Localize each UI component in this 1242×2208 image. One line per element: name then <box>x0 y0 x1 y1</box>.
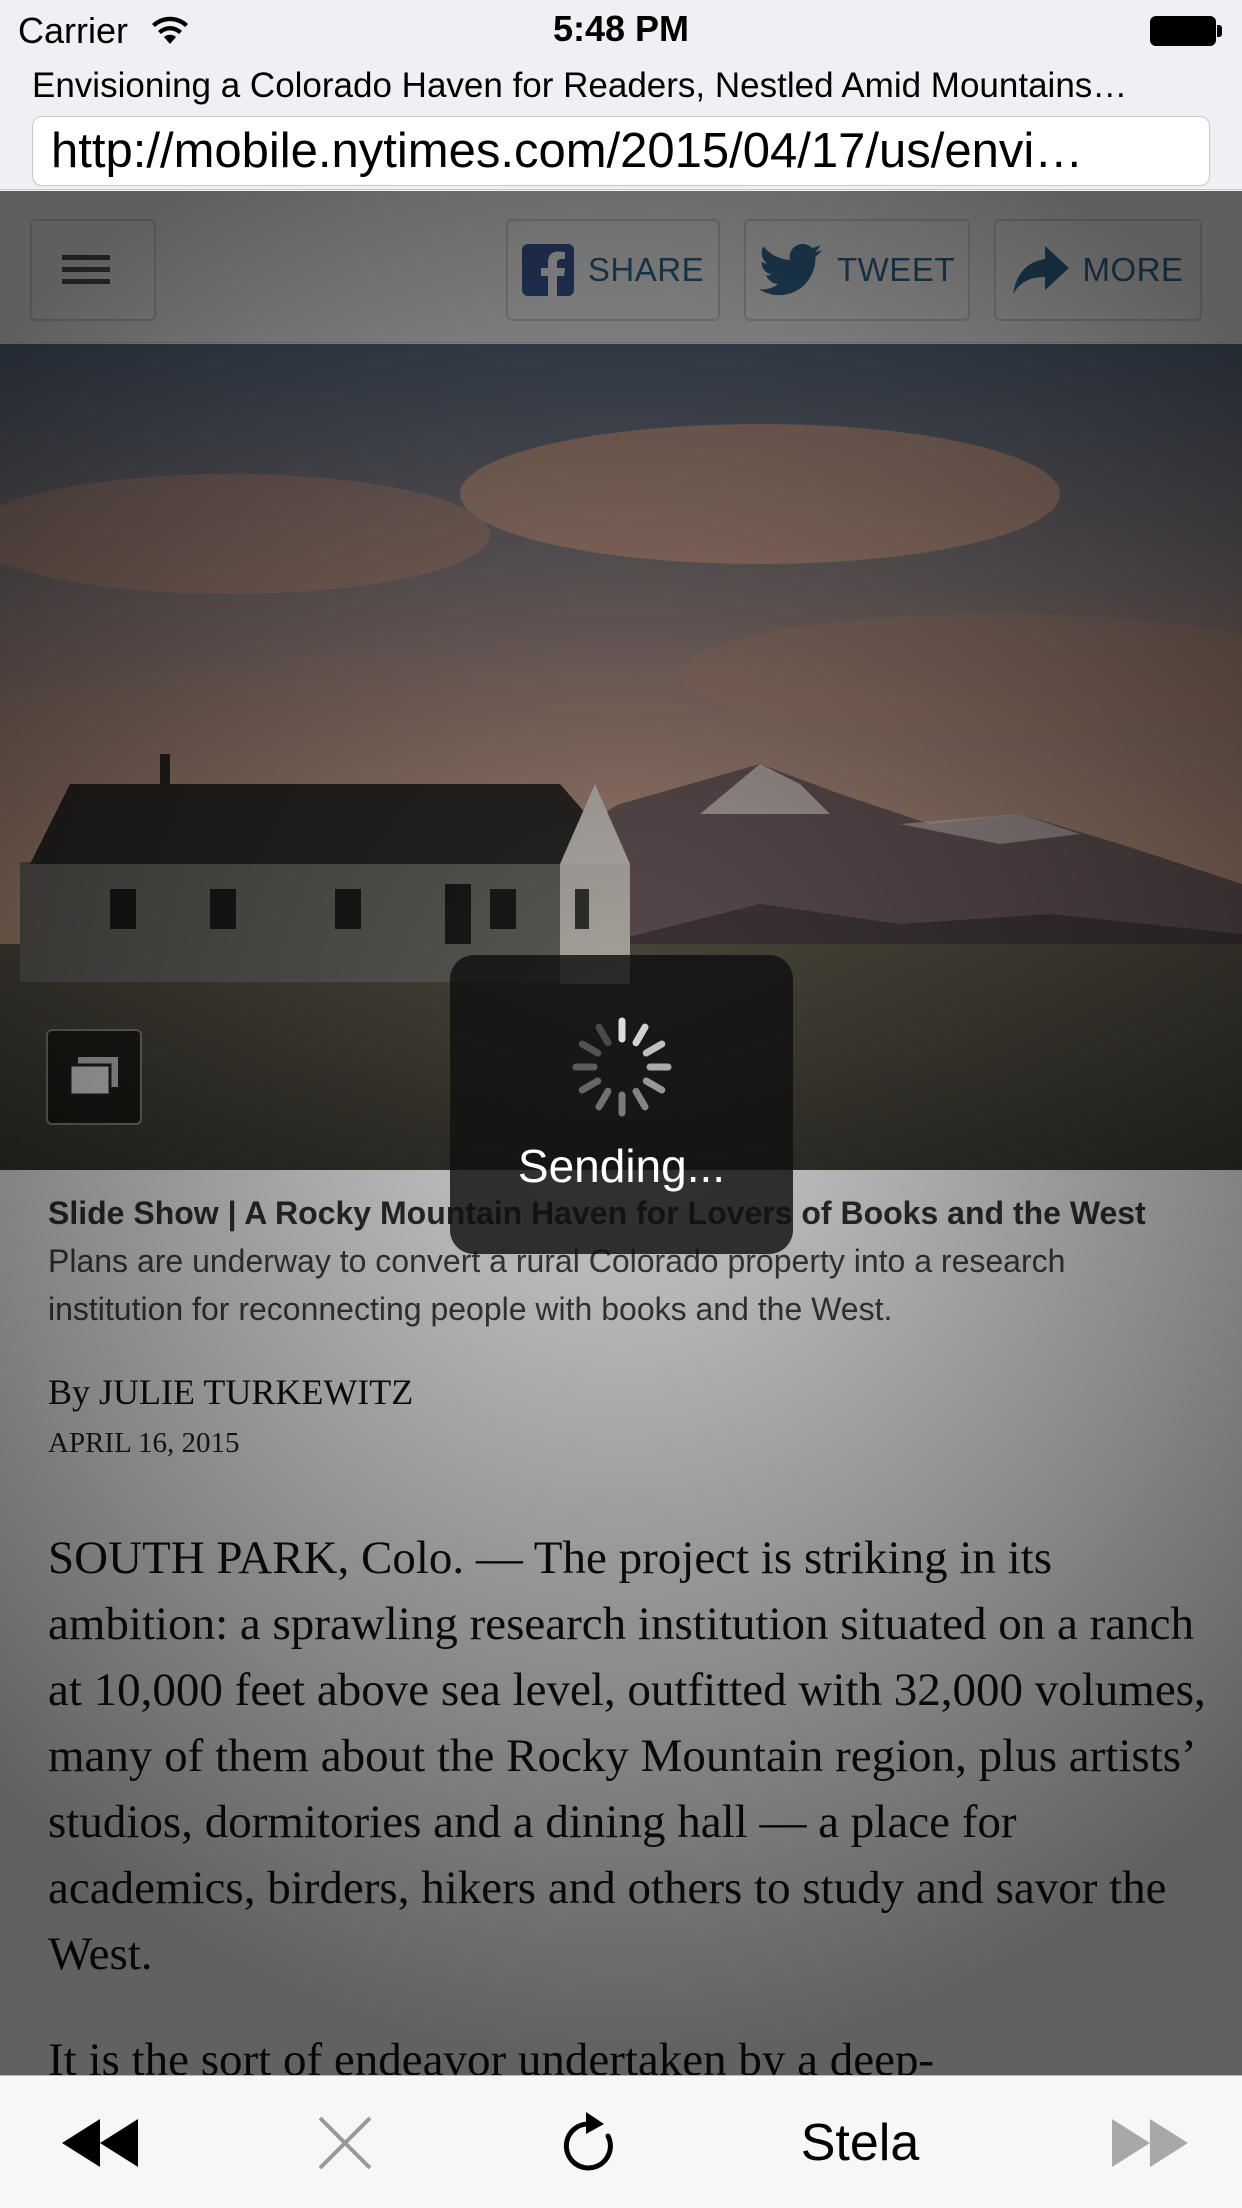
close-icon <box>318 2116 372 2169</box>
forward-button[interactable] <box>1090 2076 1210 2208</box>
facebook-share-button[interactable]: SHARE <box>506 219 720 321</box>
share-label: SHARE <box>587 251 705 288</box>
twitter-bird-icon <box>759 244 822 296</box>
back-button[interactable] <box>40 2076 160 2208</box>
slideshow-icon[interactable] <box>46 1029 142 1125</box>
fast-forward-icon <box>1112 2118 1188 2167</box>
tweet-button[interactable]: TWEET <box>744 219 970 321</box>
rewind-icon <box>62 2118 138 2167</box>
more-share-button[interactable]: MORE <box>994 219 1202 321</box>
byline: By JULIE TURKEWITZ <box>48 1372 414 1412</box>
page-title: Envisioning a Colorado Haven for Readers… <box>32 66 1128 105</box>
battery-icon <box>1150 16 1222 46</box>
more-label: MORE <box>1082 251 1184 288</box>
reload-icon <box>563 2111 613 2170</box>
url-field[interactable]: http://mobile.nytimes.com/2015/04/17/us/… <box>32 116 1210 186</box>
article-toolbar: SHARE TWEET MORE <box>0 191 1242 343</box>
tweet-label: TWEET <box>837 251 955 288</box>
article-paragraph: SOUTH PARK, Colo. — The project is strik… <box>48 1532 1206 1980</box>
menu-button[interactable] <box>30 219 156 321</box>
stop-button[interactable] <box>290 2076 400 2208</box>
facebook-icon <box>521 244 574 296</box>
activity-spinner-icon <box>572 1017 672 1117</box>
share-arrow-icon <box>1012 246 1069 294</box>
browser-address-area: Envisioning a Colorado Haven for Readers… <box>0 60 1242 190</box>
hud-label: Sending... <box>517 1140 726 1192</box>
clock: 5:48 PM <box>552 8 690 49</box>
browser-bottom-toolbar: Stela <box>0 2075 1242 2208</box>
stela-button[interactable]: Stela <box>760 2076 960 2208</box>
hamburger-menu-icon <box>62 255 110 284</box>
article-body: SOUTH PARK, Colo. — The project is strik… <box>48 1525 1208 2075</box>
caption-text: Plans are underway to convert a rural Co… <box>48 1243 1066 1327</box>
status-bar: Carrier 5:48 PM <box>0 0 1242 60</box>
article-date: APRIL 16, 2015 <box>48 1427 240 1459</box>
reload-button[interactable] <box>540 2076 640 2208</box>
article-paragraph: It is the sort of endeavor undertaken by… <box>48 2034 935 2075</box>
sending-hud: Sending... <box>450 955 793 1254</box>
